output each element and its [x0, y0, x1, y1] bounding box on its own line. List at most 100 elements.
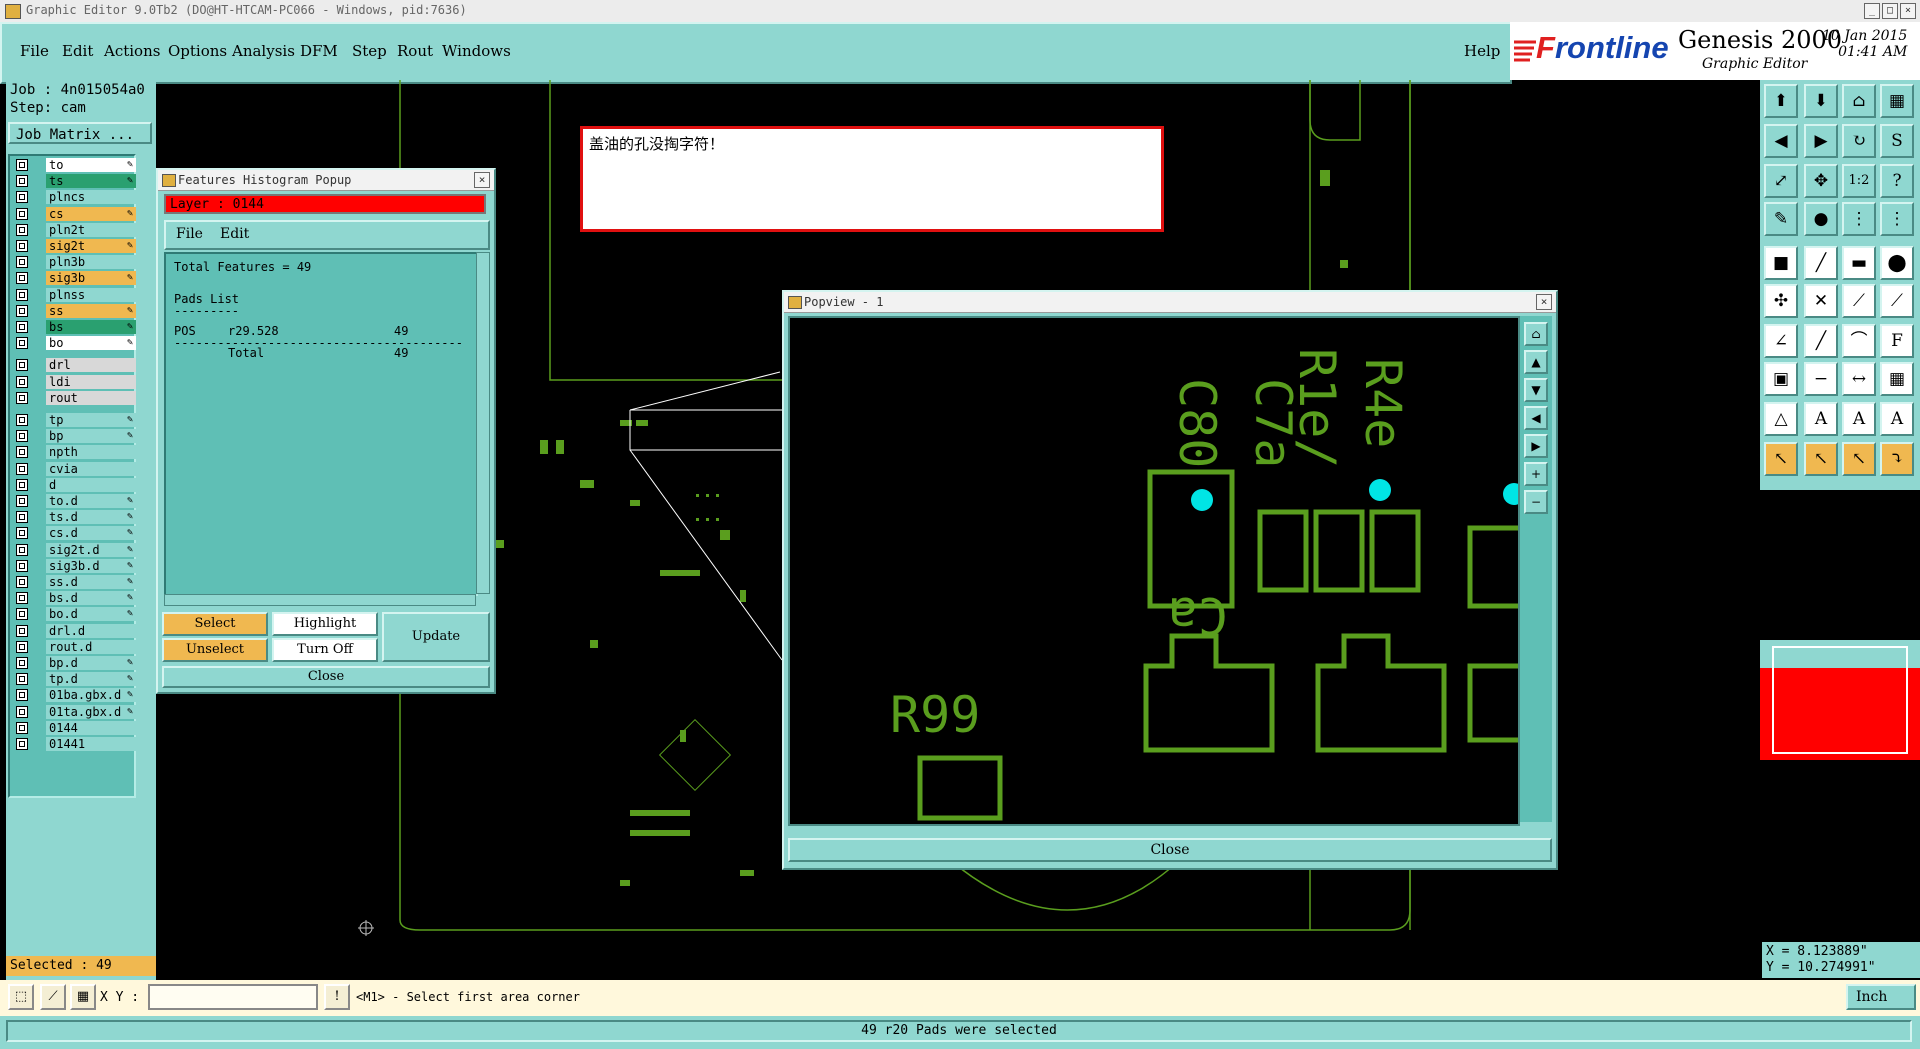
layer-checkbox[interactable] — [16, 159, 28, 171]
layer-row[interactable]: npth — [12, 445, 136, 460]
histogram-menu-edit[interactable]: Edit — [220, 226, 249, 242]
multi-pad-icon[interactable]: ▦ — [1880, 362, 1914, 396]
layer-checkbox[interactable] — [16, 223, 28, 236]
layer-name[interactable]: drl — [46, 358, 136, 373]
popview-left-icon[interactable]: ◀ — [1524, 406, 1548, 430]
add-pad-icon[interactable]: ■ — [1764, 246, 1798, 280]
layer-checkbox[interactable] — [16, 321, 28, 333]
layer-row[interactable]: 01ta.gbx.d ✎ — [12, 704, 136, 719]
layer-checkbox[interactable] — [16, 511, 28, 524]
select-arrow-icon[interactable]: ↖ — [1764, 442, 1798, 476]
layer-row[interactable]: tp ✎ — [12, 413, 136, 427]
layer-checkbox[interactable] — [16, 256, 28, 269]
layer-row[interactable]: ts.d ✎ — [12, 510, 136, 525]
layer-row[interactable]: bs ✎ — [12, 320, 136, 334]
layer-checkbox[interactable] — [16, 414, 28, 426]
histogram-close-button[interactable]: Close — [162, 666, 490, 688]
layer-name[interactable]: to ✎ — [46, 158, 136, 172]
layer-checkbox[interactable] — [16, 207, 28, 220]
menu-dfm[interactable]: DFM — [300, 42, 338, 60]
close-window-button[interactable]: × — [1900, 3, 1916, 19]
measure-icon[interactable]: ✎ — [1764, 202, 1798, 236]
layer-checkbox[interactable] — [16, 478, 28, 491]
resize-icon[interactable]: ▣ — [1764, 362, 1798, 396]
popview-zoom-in-icon[interactable]: + — [1524, 462, 1548, 486]
layer-checkbox[interactable] — [16, 175, 28, 188]
net-icon[interactable]: ⋮ — [1842, 202, 1876, 236]
layer-checkbox[interactable] — [16, 673, 28, 686]
zoom-center-icon[interactable]: ✥ — [1804, 164, 1838, 198]
layer-row[interactable]: cs ✎ — [12, 206, 136, 221]
zoom-fit-icon[interactable]: ⤢ — [1764, 164, 1798, 198]
layer-row[interactable]: bp.d ✎ — [12, 656, 136, 670]
pad-icon[interactable]: ● — [1804, 202, 1838, 236]
layer-row[interactable]: ts ✎ — [12, 174, 136, 189]
layer-checkbox[interactable] — [16, 272, 28, 285]
layer-name[interactable]: ldi — [46, 374, 136, 389]
layer-row[interactable]: sig3b ✎ — [12, 271, 136, 286]
menu-actions[interactable]: Actions — [104, 42, 160, 60]
pan-left-icon[interactable]: ◀ — [1764, 124, 1798, 158]
layer-row[interactable]: 01ba.gbx.d ✎ — [12, 688, 136, 703]
select-net-icon[interactable]: ↖ — [1842, 442, 1876, 476]
alert-icon[interactable]: ! — [324, 984, 350, 1010]
snap-icon[interactable]: S — [1880, 124, 1914, 158]
layer-checkbox[interactable] — [16, 337, 28, 350]
layer-row[interactable]: bo.d ✎ — [12, 607, 136, 622]
report-vertical-scrollbar[interactable] — [476, 252, 490, 594]
layer-checkbox[interactable] — [16, 304, 28, 317]
triangle-c-icon[interactable]: A — [1880, 402, 1914, 436]
layer-name[interactable]: npth — [46, 445, 136, 460]
layer-name[interactable]: cs ✎ — [46, 206, 136, 221]
layer-row[interactable]: 0144 — [12, 720, 136, 735]
select-tree-icon[interactable]: ⤵ — [1880, 442, 1914, 476]
layer-row[interactable]: pln2t — [12, 222, 136, 237]
layer-row[interactable]: bs.d ✎ — [12, 591, 136, 606]
layer-checkbox[interactable] — [16, 430, 28, 443]
pan-right-icon[interactable]: ▶ — [1804, 124, 1838, 158]
connect-icon[interactable]: ⟋ — [1842, 284, 1876, 318]
popview-close-icon[interactable]: × — [1536, 294, 1552, 310]
layer-name[interactable]: bs ✎ — [46, 320, 136, 334]
layer-name[interactable]: plncs — [46, 190, 136, 205]
selected-pad[interactable] — [1369, 479, 1391, 501]
highlight-button[interactable]: Highlight — [272, 612, 378, 636]
slash-icon[interactable]: ╱ — [1804, 324, 1838, 358]
layer-checkbox[interactable] — [16, 559, 28, 572]
redraw-icon[interactable]: ↻ — [1842, 124, 1876, 158]
measure-mode-icon[interactable]: ⟋ — [40, 984, 66, 1010]
layer-checkbox[interactable] — [16, 462, 28, 475]
unit-selector[interactable]: Inch — [1846, 984, 1916, 1010]
add-text-icon[interactable]: ▬ — [1842, 246, 1876, 280]
layer-row[interactable]: pln3b — [12, 255, 136, 270]
layer-row[interactable]: sig2t ✎ — [12, 239, 136, 253]
layer-checkbox[interactable] — [16, 705, 28, 718]
layer-checkbox[interactable] — [16, 446, 28, 459]
layer-checkbox[interactable] — [16, 592, 28, 605]
layer-name[interactable]: bp.d ✎ — [46, 656, 136, 670]
fill-icon[interactable]: F — [1880, 324, 1914, 358]
layer-row[interactable]: bp ✎ — [12, 429, 136, 444]
add-line-icon[interactable]: ╱ — [1804, 246, 1838, 280]
layer-name[interactable]: plnss — [46, 287, 136, 302]
update-button[interactable]: Update — [382, 612, 490, 662]
layer-row[interactable]: d — [12, 477, 136, 492]
layer-row[interactable]: tp.d ✎ — [12, 672, 136, 687]
layer-name[interactable]: cs.d ✎ — [46, 526, 136, 541]
line-edit-icon[interactable]: ⟋ — [1880, 284, 1914, 318]
layer-name[interactable]: ts.d ✎ — [46, 510, 136, 525]
layer-checkbox[interactable] — [16, 624, 28, 637]
maximize-button[interactable]: □ — [1882, 3, 1898, 19]
select-area-icon[interactable]: ↖ — [1804, 442, 1838, 476]
layer-name[interactable]: rout — [46, 390, 136, 405]
layer-row[interactable]: bo ✎ — [12, 336, 136, 351]
layer-name[interactable]: bs.d ✎ — [46, 591, 136, 606]
layer-checkbox[interactable] — [16, 288, 28, 301]
layer-row[interactable]: sig2t.d ✎ — [12, 542, 136, 557]
menu-windows[interactable]: Windows — [442, 42, 511, 60]
layer-name[interactable]: 01441 — [46, 737, 136, 751]
layer-row[interactable]: rout — [12, 390, 136, 405]
layer-name[interactable]: bo.d ✎ — [46, 607, 136, 622]
layer-checkbox[interactable] — [16, 495, 28, 507]
layer-row[interactable]: ss.d ✎ — [12, 575, 136, 589]
